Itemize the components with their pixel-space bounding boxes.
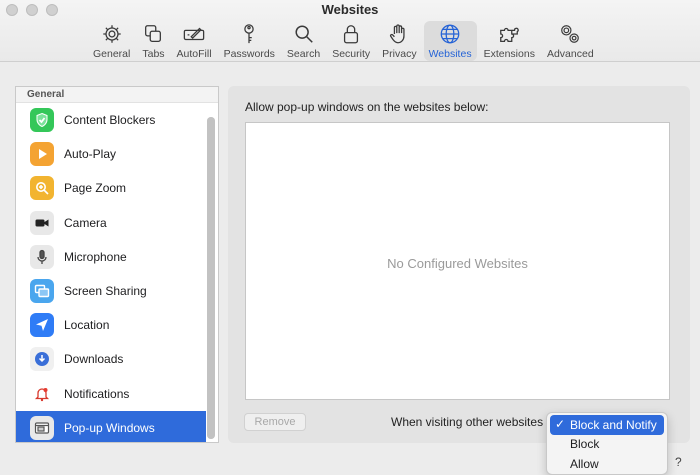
menu-item-label: Block and Notify	[570, 417, 657, 432]
toolbar-label: AutoFill	[176, 48, 212, 60]
menu-item-block[interactable]: Block	[550, 435, 664, 455]
toolbar-item-autofill[interactable]: AutoFill	[172, 21, 217, 61]
toolbar-label: Security	[332, 48, 371, 60]
zoom-icon	[30, 176, 54, 201]
toolbar-label: Passwords	[223, 48, 275, 60]
toolbar-label: Tabs	[142, 48, 165, 60]
sidebar-item-label: Auto-Play	[64, 147, 117, 162]
preferences-toolbar: General Tabs AutoFill Passwords Search S…	[88, 21, 599, 61]
menu-item-block-and-notify[interactable]: ✓ Block and Notify	[550, 415, 664, 435]
popup-window-icon	[30, 415, 54, 440]
sidebar-item-label: Camera	[64, 215, 107, 230]
popup-policy-menu: ✓ Block and Notify Block Allow	[546, 412, 668, 475]
sidebar-item-label: Pop-up Windows	[64, 420, 155, 435]
toolbar-label: General	[93, 48, 131, 60]
toolbar-item-advanced[interactable]: Advanced	[542, 21, 599, 61]
sidebar-item-notifications[interactable]: Notifications	[16, 377, 206, 411]
toolbar-item-websites[interactable]: Websites	[423, 21, 477, 61]
sidebar-section-header: General	[16, 87, 218, 103]
menu-item-label: Block	[570, 437, 600, 452]
shield-check-icon	[30, 108, 54, 133]
toolbar-label: Websites	[428, 48, 472, 60]
location-icon	[30, 313, 54, 338]
remove-button[interactable]: Remove	[244, 413, 306, 431]
sidebar-item-label: Microphone	[64, 249, 127, 264]
screen-sharing-icon	[30, 279, 54, 304]
sidebar-item-downloads[interactable]: Downloads	[16, 342, 206, 376]
sidebar-list: Content Blockers Auto-Play Page Zoom Cam…	[16, 103, 206, 442]
title-bar: Websites General Tabs AutoFill Passwords…	[0, 0, 700, 62]
menu-item-allow[interactable]: Allow	[550, 454, 664, 474]
sidebar: General Content Blockers Auto-Play Page …	[15, 86, 219, 443]
toolbar-item-general[interactable]: General	[88, 21, 135, 61]
toolbar-item-passwords[interactable]: Passwords	[219, 21, 280, 61]
toolbar-item-privacy[interactable]: Privacy	[377, 21, 421, 61]
sidebar-item-label: Downloads	[64, 352, 124, 367]
sidebar-item-content-blockers[interactable]: Content Blockers	[16, 103, 206, 137]
sidebar-item-label: Page Zoom	[64, 181, 127, 196]
toolbar-label: Privacy	[382, 48, 417, 60]
help-button[interactable]: ?	[675, 455, 682, 469]
lock-icon	[344, 25, 359, 44]
toolbar-label: Search	[286, 48, 321, 60]
hand-icon	[390, 24, 405, 44]
play-icon	[30, 142, 54, 167]
scrollbar-thumb[interactable]	[207, 117, 215, 439]
menu-item-label: Allow	[570, 456, 599, 471]
tabs-icon	[145, 25, 162, 42]
autofill-icon	[183, 27, 205, 41]
sidebar-item-auto-play[interactable]: Auto-Play	[16, 137, 206, 171]
window-title: Websites	[321, 2, 379, 17]
toolbar-label: Extensions	[483, 48, 535, 60]
camera-icon	[30, 210, 54, 235]
sidebar-item-camera[interactable]: Camera	[16, 206, 206, 240]
bell-icon	[30, 381, 54, 406]
sidebar-item-screen-sharing[interactable]: Screen Sharing	[16, 274, 206, 308]
sidebar-item-label: Screen Sharing	[64, 284, 147, 299]
puzzle-icon	[500, 27, 520, 42]
toolbar-item-search[interactable]: Search	[282, 21, 325, 61]
gears-icon	[561, 25, 580, 43]
toolbar-item-security[interactable]: Security	[327, 21, 375, 61]
toolbar-item-extensions[interactable]: Extensions	[479, 21, 540, 61]
configured-websites-list[interactable]: No Configured Websites	[245, 122, 670, 400]
globe-icon	[440, 24, 460, 44]
content-pane: Allow pop-up windows on the websites bel…	[228, 86, 690, 443]
sidebar-scrollbar[interactable]	[207, 117, 215, 439]
download-icon	[30, 347, 54, 372]
gear-icon	[102, 25, 121, 43]
checkmark-icon: ✓	[555, 417, 566, 431]
sidebar-item-label: Location	[64, 318, 110, 333]
pane-heading: Allow pop-up windows on the websites bel…	[245, 100, 489, 114]
toolbar-label: Advanced	[546, 48, 594, 60]
sidebar-item-page-zoom[interactable]: Page Zoom	[16, 171, 206, 205]
sidebar-item-label: Content Blockers	[64, 113, 156, 128]
empty-list-message: No Configured Websites	[387, 256, 528, 271]
sidebar-item-label: Notifications	[64, 386, 130, 401]
toolbar-item-tabs[interactable]: Tabs	[137, 21, 169, 61]
search-icon	[295, 25, 313, 43]
visiting-other-websites-label: When visiting other websites	[391, 415, 544, 429]
sidebar-item-microphone[interactable]: Microphone	[16, 240, 206, 274]
sidebar-item-popup-windows[interactable]: Pop-up Windows	[16, 410, 206, 442]
microphone-icon	[30, 244, 54, 269]
sidebar-item-location[interactable]: Location	[16, 308, 206, 342]
key-icon	[244, 24, 255, 44]
